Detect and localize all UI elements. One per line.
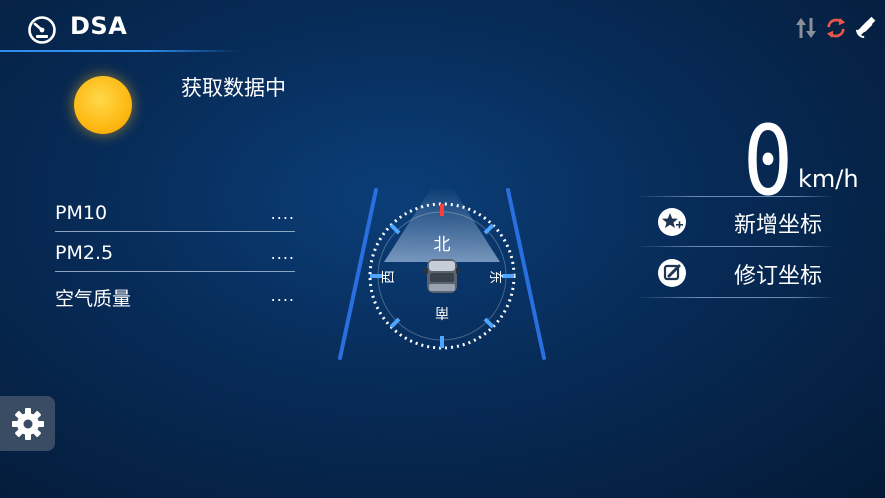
action-divider bbox=[635, 196, 835, 197]
speedometer-logo-icon bbox=[28, 16, 56, 44]
aq-label: PM10 bbox=[55, 202, 108, 224]
add-star-icon bbox=[658, 208, 686, 236]
edit-icon bbox=[658, 259, 686, 287]
compass-south-label: 南 bbox=[435, 304, 449, 320]
data-transfer-icon bbox=[796, 18, 816, 38]
aq-label: 空气质量 bbox=[55, 288, 132, 310]
compass-west-label: 西 bbox=[381, 270, 397, 284]
aq-row-pm10: PM10 .... bbox=[55, 198, 295, 232]
speed-unit: km/h bbox=[798, 165, 859, 193]
compass: 北 东 南 西 bbox=[338, 187, 546, 360]
settings-button[interactable] bbox=[0, 396, 55, 451]
compass-east-label: 东 bbox=[487, 270, 503, 284]
speed-digit: 0 bbox=[743, 118, 793, 196]
action-divider bbox=[635, 246, 835, 247]
aq-value: .... bbox=[270, 244, 295, 263]
weather-status: 获取数据中 bbox=[181, 76, 286, 100]
aq-value: .... bbox=[270, 286, 295, 305]
speed-value: 0 bbox=[743, 118, 793, 196]
sync-icon[interactable] bbox=[825, 16, 847, 40]
edit-coordinate-button[interactable]: 修订坐标 bbox=[635, 249, 835, 297]
gear-icon bbox=[12, 408, 44, 440]
app-header: DSA bbox=[0, 0, 240, 52]
edit-coordinate-label: 修订坐标 bbox=[734, 264, 823, 289]
aq-row-pm25: PM2.5 .... bbox=[55, 238, 295, 272]
add-coordinate-label: 新增坐标 bbox=[734, 213, 823, 238]
aq-label: PM2.5 bbox=[55, 242, 114, 264]
aq-divider bbox=[55, 271, 295, 272]
car-icon bbox=[424, 259, 460, 293]
action-divider bbox=[635, 297, 835, 298]
app-title: DSA bbox=[70, 12, 128, 40]
add-coordinate-button[interactable]: 新增坐标 bbox=[635, 198, 835, 246]
status-icons bbox=[795, 16, 877, 40]
compass-north-label: 北 bbox=[434, 235, 451, 255]
header-underline bbox=[0, 50, 240, 52]
aq-value: .... bbox=[270, 204, 295, 223]
aq-row-overall: 空气质量 .... bbox=[55, 280, 295, 314]
gps-satellite-icon bbox=[855, 16, 876, 39]
aq-divider bbox=[55, 231, 295, 232]
sun-weather-icon bbox=[74, 76, 132, 134]
speed-display: 0 km/h bbox=[740, 118, 880, 198]
